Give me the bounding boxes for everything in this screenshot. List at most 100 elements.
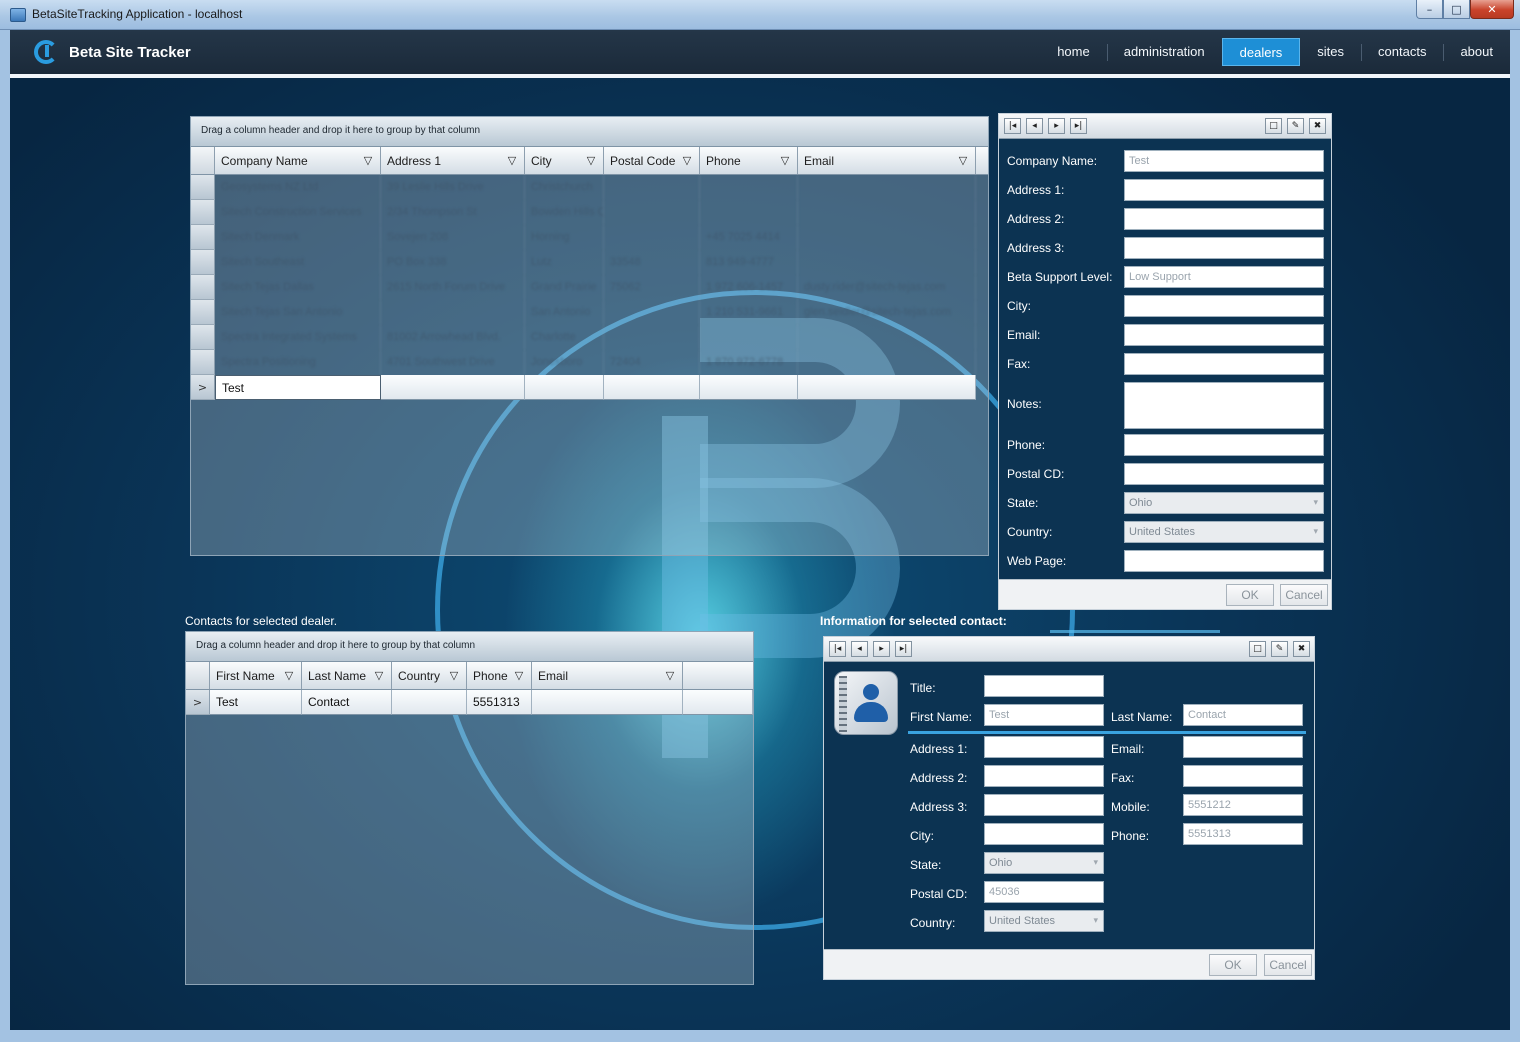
table-cell[interactable]: 813 949-4777 <box>700 250 798 275</box>
column-header-email[interactable]: Email ▽ <box>532 662 683 689</box>
state-select[interactable]: Ohio <box>984 852 1104 874</box>
table-row[interactable]: Spectra Positioning 4701 Southwest Drive J… <box>191 350 988 375</box>
delete-record-icon[interactable]: ✖ <box>1309 118 1326 134</box>
first-record-icon[interactable]: |◂ <box>829 641 846 657</box>
column-header-country[interactable]: Country ▽ <box>392 662 467 689</box>
nav-contacts[interactable]: contacts <box>1361 38 1443 66</box>
nav-sites[interactable]: sites <box>1300 38 1361 66</box>
state-select[interactable]: Ohio <box>1124 492 1324 514</box>
row-indicator[interactable] <box>191 325 215 350</box>
table-row[interactable]: Sitech Tejas San Antonio San Antonio 1 210… <box>191 300 988 325</box>
filter-icon[interactable]: ▽ <box>448 669 460 682</box>
city-field[interactable] <box>984 823 1104 845</box>
table-row[interactable]: Sitech Construction Services 2/34 Thompso… <box>191 200 988 225</box>
table-cell[interactable]: Contact <box>302 690 392 715</box>
table-row-selected[interactable]: > Test <box>191 375 988 400</box>
table-cell[interactable]: 39 Leslie Hills Drive <box>381 175 525 200</box>
address3-field[interactable] <box>1124 237 1324 259</box>
table-cell[interactable]: 72404 <box>604 350 700 375</box>
group-drop-zone[interactable]: Drag a column header and drop it here to… <box>191 117 988 147</box>
last-name-field[interactable]: Contact <box>1183 704 1303 726</box>
postal-field[interactable]: 45036 <box>984 881 1104 903</box>
table-cell[interactable] <box>798 325 976 350</box>
table-cell[interactable]: Sitech Southeast <box>215 250 381 275</box>
table-cell-editing[interactable]: Test <box>215 375 381 400</box>
table-cell[interactable]: Bowden Hills QLD 4006 <box>525 200 604 225</box>
mobile-field[interactable]: 5551212 <box>1183 794 1303 816</box>
minimize-button[interactable]: – <box>1416 0 1443 19</box>
column-header-postal-code[interactable]: Postal Code ▽ <box>604 147 700 174</box>
row-indicator[interactable] <box>191 300 215 325</box>
nav-administration[interactable]: administration <box>1106 38 1222 66</box>
cancel-button[interactable]: Cancel <box>1280 584 1328 606</box>
table-cell[interactable]: +45 7025 4414 <box>700 225 798 250</box>
filter-icon[interactable]: ▽ <box>513 669 525 682</box>
filter-icon[interactable]: ▽ <box>362 154 374 167</box>
city-field[interactable] <box>1124 295 1324 317</box>
filter-icon[interactable]: ▽ <box>506 154 518 167</box>
ok-button[interactable]: OK <box>1226 584 1274 606</box>
column-header-company-name[interactable]: Company Name ▽ <box>215 147 381 174</box>
table-cell[interactable]: 1 972 606-1457 <box>700 275 798 300</box>
address3-field[interactable] <box>984 794 1104 816</box>
table-cell[interactable]: Geosystems NZ Ltd <box>215 175 381 200</box>
table-cell[interactable] <box>525 375 604 400</box>
table-cell[interactable] <box>798 175 976 200</box>
table-cell[interactable]: Sovejen 208 <box>381 225 525 250</box>
first-record-icon[interactable]: |◂ <box>1004 118 1021 134</box>
edit-record-icon[interactable]: ✎ <box>1287 118 1304 134</box>
row-indicator[interactable] <box>191 225 215 250</box>
table-cell[interactable] <box>798 225 976 250</box>
new-record-icon[interactable]: □ <box>1249 641 1266 657</box>
postal-field[interactable] <box>1124 463 1324 485</box>
support-level-field[interactable]: Low Support <box>1124 266 1324 288</box>
table-cell[interactable]: Sitech Construction Services <box>215 200 381 225</box>
close-button[interactable]: ✕ <box>1470 0 1514 19</box>
address1-field[interactable] <box>1124 179 1324 201</box>
fax-field[interactable] <box>1124 353 1324 375</box>
table-row[interactable]: Sitech Southeast PO Box 338 Lutz 33548 813 9… <box>191 250 988 275</box>
table-cell[interactable] <box>604 200 700 225</box>
webpage-field[interactable] <box>1124 550 1324 572</box>
table-cell[interactable]: Christchurch <box>525 175 604 200</box>
filter-icon[interactable]: ▽ <box>779 154 791 167</box>
row-indicator[interactable] <box>191 275 215 300</box>
ok-button[interactable]: OK <box>1209 954 1257 976</box>
table-cell[interactable] <box>700 325 798 350</box>
last-record-icon[interactable]: ▸| <box>1070 118 1087 134</box>
column-header-phone[interactable]: Phone ▽ <box>700 147 798 174</box>
last-record-icon[interactable]: ▸| <box>895 641 912 657</box>
table-cell[interactable] <box>604 175 700 200</box>
country-select[interactable]: United States <box>1124 521 1324 543</box>
table-cell[interactable]: Charlotte <box>525 325 604 350</box>
email-field[interactable] <box>1124 324 1324 346</box>
table-cell[interactable]: Spectra Integrated Systems <box>215 325 381 350</box>
table-row[interactable]: Sitech Denmark Sovejen 208 Horning +45 7025… <box>191 225 988 250</box>
title-field[interactable] <box>984 675 1104 697</box>
table-cell[interactable]: glen.seidler@sitech-tejas.com <box>798 300 976 325</box>
phone-field[interactable]: 5551313 <box>1183 823 1303 845</box>
table-cell[interactable]: 33548 <box>604 250 700 275</box>
cancel-button[interactable]: Cancel <box>1264 954 1312 976</box>
previous-record-icon[interactable]: ◂ <box>1026 118 1043 134</box>
table-cell[interactable] <box>381 300 525 325</box>
table-cell[interactable]: 5551313 <box>467 690 532 715</box>
table-cell[interactable]: Spectra Positioning <box>215 350 381 375</box>
table-cell[interactable]: 2/34 Thompson St <box>381 200 525 225</box>
filter-icon[interactable]: ▽ <box>283 669 295 682</box>
table-cell[interactable]: Sitech Tejas Dallas <box>215 275 381 300</box>
nav-about[interactable]: about <box>1443 38 1510 66</box>
filter-icon[interactable]: ▽ <box>585 154 597 167</box>
table-cell[interactable]: Horning <box>525 225 604 250</box>
column-header-email[interactable]: Email ▽ <box>798 147 976 174</box>
previous-record-icon[interactable]: ◂ <box>851 641 868 657</box>
phone-field[interactable] <box>1124 434 1324 456</box>
group-drop-zone[interactable]: Drag a column header and drop it here to… <box>186 632 753 662</box>
table-row[interactable]: Sitech Tejas Dallas 2615 North Forum Driv… <box>191 275 988 300</box>
table-cell[interactable]: Sitech Tejas San Antonio <box>215 300 381 325</box>
address1-field[interactable] <box>984 736 1104 758</box>
nav-home[interactable]: home <box>1040 38 1107 66</box>
column-header-phone[interactable]: Phone ▽ <box>467 662 532 689</box>
new-record-icon[interactable]: □ <box>1265 118 1282 134</box>
column-header-address1[interactable]: Address 1 ▽ <box>381 147 525 174</box>
